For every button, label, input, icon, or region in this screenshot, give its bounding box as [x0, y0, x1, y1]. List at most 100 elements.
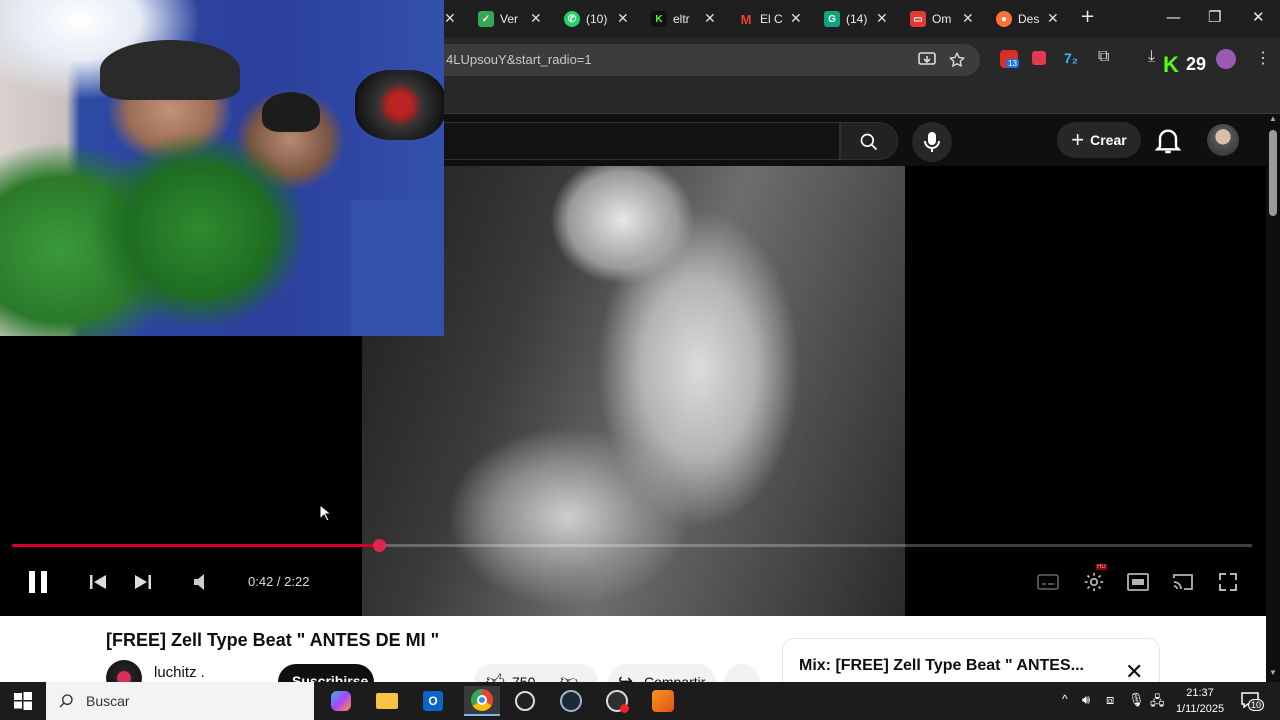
- webcam-overlay: [0, 0, 444, 336]
- mix-playlist-panel[interactable]: Mix: [FREE] Zell Type Beat " ANTES... ✕: [782, 638, 1160, 688]
- install-app-icon[interactable]: [918, 52, 936, 68]
- channel-name[interactable]: luchitz .: [154, 664, 205, 681]
- scrollbar-thumb[interactable]: [1269, 130, 1277, 216]
- obs-icon[interactable]: [602, 686, 632, 716]
- extensions-puzzle-icon[interactable]: ⧉: [1098, 48, 1109, 66]
- new-tab-plus-icon[interactable]: +: [1080, 6, 1095, 27]
- subtitles-icon: [1037, 574, 1059, 590]
- taskbar-clock[interactable]: 21:37 1/11/2025: [1168, 685, 1232, 717]
- windows-logo-icon: [14, 692, 32, 710]
- notification-count: 10: [1248, 699, 1265, 711]
- extension-play-icon[interactable]: [1032, 51, 1046, 65]
- chrome-icon[interactable]: [464, 686, 500, 716]
- outlook-icon[interactable]: O: [418, 686, 448, 716]
- file-explorer-icon[interactable]: [372, 686, 402, 716]
- next-button[interactable]: [131, 566, 155, 598]
- volume-icon: [194, 574, 204, 590]
- time-display: 0:42 / 2:22: [248, 574, 310, 589]
- progress-scrubber-handle[interactable]: [373, 539, 387, 552]
- youtube-search-button[interactable]: [840, 122, 898, 160]
- browser-menu-icon[interactable]: ⋮: [1255, 48, 1271, 68]
- tab-label: El C: [760, 12, 783, 26]
- clock-date: 1/11/2025: [1175, 703, 1225, 715]
- extension-translate-icon[interactable]: 7₂: [1064, 50, 1078, 66]
- omegle-favicon: ▭: [910, 11, 926, 27]
- copilot-icon[interactable]: [326, 686, 356, 716]
- extension-badge: 13: [1006, 59, 1019, 68]
- tab-ver[interactable]: ✓ Ver: [478, 6, 518, 32]
- scroll-down-icon[interactable]: ▼: [1269, 668, 1277, 677]
- progress-bar-fill: [12, 544, 380, 547]
- tab-label: (14): [846, 12, 868, 26]
- whatsapp-favicon: ✆: [564, 11, 580, 27]
- cap-shape: [100, 40, 240, 100]
- gmail-favicon: M: [740, 11, 752, 27]
- hair-shape: [262, 92, 320, 132]
- search-icon: [59, 694, 73, 708]
- hd-badge: HD: [1096, 564, 1107, 570]
- start-button[interactable]: [0, 682, 46, 720]
- close-window-icon[interactable]: ✕: [1252, 8, 1265, 26]
- progress-bar[interactable]: [12, 539, 1252, 552]
- fullscreen-button[interactable]: [1214, 566, 1242, 598]
- tray-app-icon[interactable]: ⧈: [1106, 692, 1114, 708]
- search-icon: [860, 133, 878, 151]
- profile-avatar-icon[interactable]: [1216, 49, 1236, 69]
- page-scrollbar[interactable]: ▲ ▼: [1266, 114, 1280, 682]
- miniplayer-icon: [1127, 573, 1149, 591]
- fl-studio-icon[interactable]: [648, 686, 678, 716]
- video-title: [FREE] Zell Type Beat " ANTES DE MI ": [106, 630, 440, 650]
- account-avatar[interactable]: [1207, 124, 1239, 156]
- url-text[interactable]: 4LUpsouY&start_radio=1: [446, 52, 592, 67]
- extension-red-icon[interactable]: 13: [1000, 50, 1019, 68]
- windows-taskbar: Buscar O ^ 🔊︎ ⧈ 🎙︎ 🖧︎ 21:37 1/11/2025 10: [0, 682, 1280, 720]
- video-info-section: [FREE] Zell Type Beat " ANTES DE MI " lu…: [0, 616, 1266, 700]
- minimize-icon[interactable]: —: [1166, 8, 1181, 26]
- taskbar-search-input[interactable]: Buscar: [46, 682, 314, 720]
- bookmark-star-icon[interactable]: [948, 51, 966, 69]
- firefox-favicon: ●: [996, 11, 1012, 27]
- restore-icon[interactable]: ❐: [1208, 8, 1221, 26]
- ver-favicon: ✓: [478, 11, 494, 27]
- cast-button[interactable]: [1169, 566, 1197, 598]
- tray-chevron-icon[interactable]: ^: [1062, 692, 1068, 706]
- notification-center-icon[interactable]: 10: [1240, 691, 1265, 711]
- tab-omegle[interactable]: ▭ Om: [910, 6, 951, 32]
- tab-label: Ver: [500, 12, 519, 26]
- plus-icon: +: [1071, 127, 1085, 152]
- tab-firefox[interactable]: ● Des: [996, 6, 1039, 32]
- downloads-icon[interactable]: ⤓: [1148, 48, 1155, 66]
- create-button[interactable]: + Crear: [1057, 122, 1141, 158]
- kick-badge-count: 29: [1186, 54, 1207, 74]
- pause-icon: [29, 571, 47, 593]
- microphone-tray-icon[interactable]: 🎙︎: [1128, 692, 1145, 708]
- voice-search-button[interactable]: [912, 122, 952, 162]
- tab-label: Des: [1018, 12, 1040, 26]
- settings-button[interactable]: HD: [1080, 564, 1108, 598]
- fullscreen-icon: [1219, 573, 1237, 591]
- mix-title: Mix: [FREE] Zell Type Beat " ANTES...: [799, 657, 1084, 674]
- notifications-bell-icon[interactable]: [1152, 124, 1184, 156]
- previous-button[interactable]: [86, 566, 110, 598]
- chatgpt-favicon: G: [824, 11, 840, 27]
- cast-icon: [1173, 574, 1193, 590]
- tab-label: eltr: [673, 12, 690, 26]
- pause-button[interactable]: [24, 566, 52, 598]
- app-circle-icon[interactable]: [510, 686, 540, 716]
- speaker-icon[interactable]: 🔊︎: [1082, 692, 1090, 708]
- tab-chatgpt[interactable]: G (14): [824, 6, 867, 32]
- gear-icon: [1084, 572, 1104, 592]
- create-label: Crear: [1090, 132, 1127, 148]
- scroll-up-icon[interactable]: ▲: [1269, 114, 1277, 123]
- tab-whatsapp[interactable]: ✆ (10): [564, 6, 607, 32]
- captions-button[interactable]: [1034, 566, 1062, 598]
- skip-next-icon: [135, 575, 151, 589]
- tab-gmail[interactable]: M El C: [738, 6, 783, 32]
- miniplayer-button[interactable]: [1124, 566, 1152, 598]
- steam-icon[interactable]: [556, 686, 586, 716]
- skip-previous-icon: [90, 575, 106, 589]
- volume-button[interactable]: [190, 566, 214, 598]
- tab-kick[interactable]: K eltr: [651, 6, 690, 32]
- kick-logo-overlay: K: [1163, 52, 1179, 77]
- network-icon[interactable]: 🖧︎: [1150, 692, 1165, 714]
